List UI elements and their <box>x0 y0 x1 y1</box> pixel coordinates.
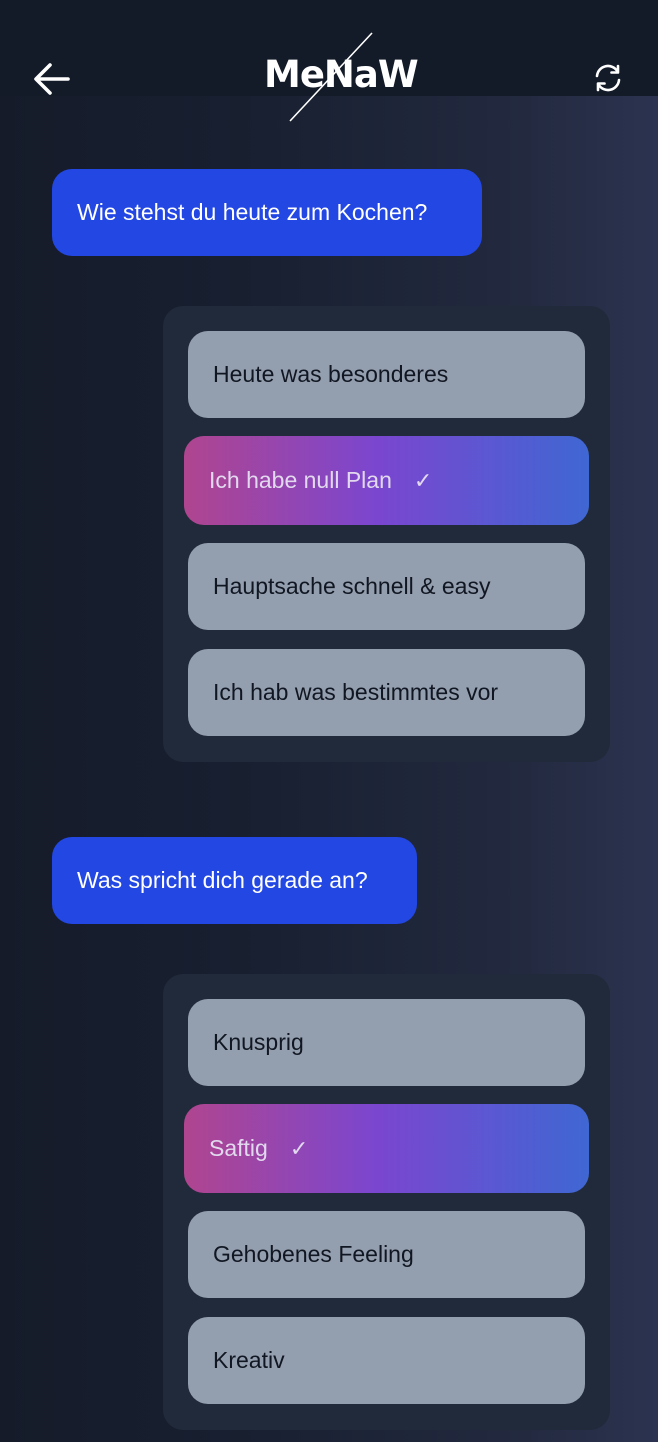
checkmark-icon: ✓ <box>289 1135 309 1161</box>
question-text: Wie stehst du heute zum Kochen? <box>77 199 428 225</box>
answer-option[interactable]: Kreativ <box>188 1317 585 1404</box>
answer-option-label: Ich habe null Plan <box>209 467 392 493</box>
answer-option-label: Hauptsache schnell & easy <box>213 573 491 599</box>
answer-option[interactable]: Hauptsache schnell & easy <box>188 543 585 630</box>
answer-option-label: Knusprig <box>213 1029 304 1055</box>
answer-option[interactable]: Gehobenes Feeling <box>188 1211 585 1298</box>
logo-slash-icon <box>289 32 373 122</box>
answer-option-label: Ich hab was bestimmtes vor <box>213 679 499 705</box>
answer-option-selected[interactable]: Saftig ✓ <box>184 1104 589 1193</box>
answer-option-selected[interactable]: Ich habe null Plan ✓ <box>184 436 589 525</box>
app-header: MeNaW <box>0 0 658 150</box>
answer-option-label: Gehobenes Feeling <box>213 1241 414 1267</box>
question-text: Was spricht dich gerade an? <box>77 867 368 893</box>
answer-option-label: Kreativ <box>213 1347 285 1373</box>
arrow-left-icon <box>34 63 70 95</box>
answer-option[interactable]: Heute was besonderes <box>188 331 585 418</box>
question-bubble: Wie stehst du heute zum Kochen? <box>52 169 482 256</box>
answer-option[interactable]: Ich hab was bestimmtes vor <box>188 649 585 736</box>
checkmark-icon: ✓ <box>413 467 433 493</box>
answer-option[interactable]: Knusprig <box>188 999 585 1086</box>
app-logo: MeNaW <box>258 30 419 124</box>
back-button[interactable] <box>30 57 74 101</box>
refresh-icon <box>595 64 621 92</box>
refresh-button[interactable] <box>588 58 628 98</box>
answer-option-label: Heute was besonderes <box>213 361 449 387</box>
answer-options-group: Knusprig Saftig ✓ Gehobenes Feeling Krea… <box>163 974 610 1430</box>
question-bubble: Was spricht dich gerade an? <box>52 837 417 924</box>
answer-options-group: Heute was besonderes Ich habe null Plan … <box>163 306 610 762</box>
answer-option-label: Saftig <box>209 1135 268 1161</box>
